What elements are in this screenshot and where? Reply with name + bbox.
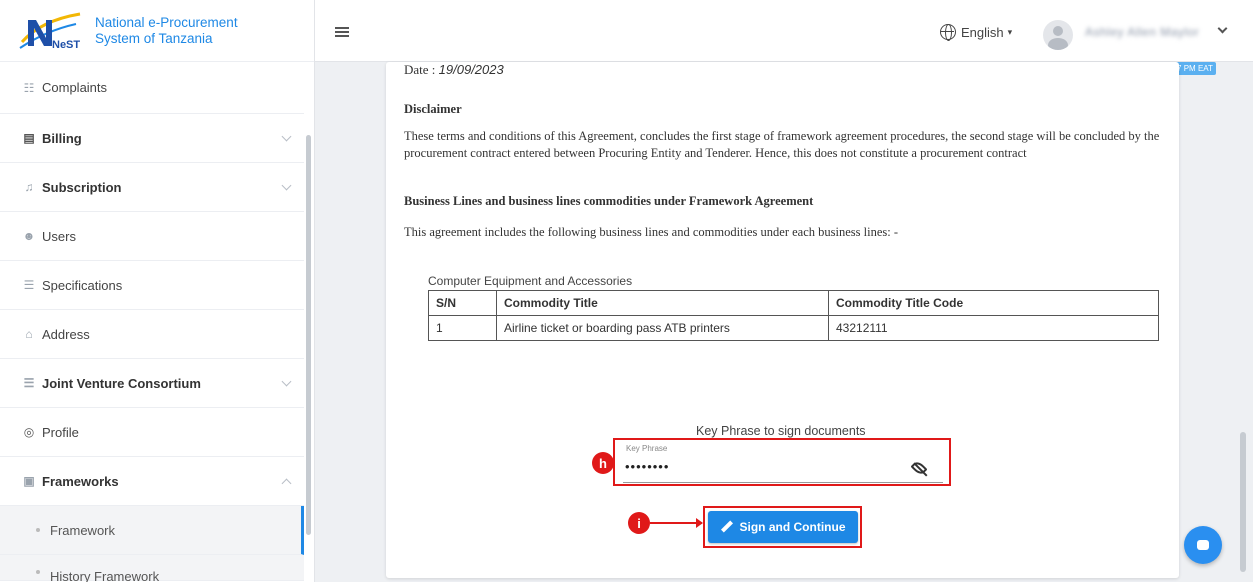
key-phrase-input[interactable]: [625, 459, 895, 474]
business-lines-heading: Business Lines and business lines commod…: [404, 194, 814, 208]
sidebar-item-label: Address: [42, 326, 90, 342]
sidebar-item-complaints[interactable]: ☷ Complaints: [0, 62, 304, 114]
brand[interactable]: NeST National e-Procurement System of Ta…: [0, 0, 314, 62]
commodity-table: S/N Commodity Title Commodity Title Code…: [428, 290, 1159, 341]
brand-line-2: System of Tanzania: [95, 30, 213, 46]
sidebar-item-label: Billing: [42, 130, 82, 146]
hamburger-menu-icon[interactable]: [335, 27, 349, 37]
list-icon: ☰: [23, 376, 35, 390]
key-phrase-highlight: Key Phrase: [613, 438, 951, 486]
chevron-down-icon[interactable]: [1217, 23, 1228, 34]
brand-title: National e-Procurement System of Tanzani…: [95, 15, 238, 47]
profile-icon: ◎: [23, 425, 35, 439]
table-cell: Airline ticket or boarding pass ATB prin…: [496, 315, 829, 341]
sidebar-item-joint-venture[interactable]: ☰ Joint Venture Consortium: [0, 359, 304, 408]
sidebar-item-label: History Framework: [50, 569, 160, 582]
document-date: Date : 19/09/2023: [404, 62, 504, 78]
sidebar-scrollbar[interactable]: [306, 135, 311, 535]
disclaimer-text: These terms and conditions of this Agree…: [404, 129, 1160, 160]
sidebar-nav: ☷ Complaints ▤ Billing ♫ Subscription ☻ …: [0, 62, 304, 582]
chevron-down-icon: [281, 131, 292, 142]
list-icon: ☰: [23, 278, 35, 292]
table-cell: 43212111: [828, 315, 1159, 341]
table-cell: 1: [428, 315, 497, 341]
document-icon: ▣: [23, 474, 35, 488]
sidebar-item-label: Subscription: [42, 179, 122, 195]
table-caption: Computer Equipment and Accessories: [428, 274, 633, 288]
key-phrase-heading: Key Phrase to sign documents: [696, 424, 866, 438]
eye-off-icon[interactable]: [910, 459, 928, 477]
sidebar-item-billing[interactable]: ▤ Billing: [0, 114, 304, 163]
language-label: English: [961, 24, 1004, 40]
sidebar-item-label: Frameworks: [42, 473, 119, 489]
bullet-icon: [36, 570, 40, 574]
bell-icon: ♫: [24, 180, 34, 194]
annotation-marker-h: h: [592, 452, 614, 474]
complaints-icon: ☷: [23, 80, 35, 95]
sidebar: NeST National e-Procurement System of Ta…: [0, 0, 315, 582]
table-header-cell: Commodity Title: [496, 290, 829, 316]
business-lines-text: This agreement includes the following bu…: [404, 225, 898, 239]
chevron-down-icon: [281, 376, 292, 387]
sidebar-item-label: Framework: [50, 522, 116, 538]
sidebar-item-users[interactable]: ☻ Users: [0, 212, 304, 261]
table-header-row: S/N Commodity Title Commodity Title Code: [428, 290, 1159, 316]
sidebar-item-subscription[interactable]: ♫ Subscription: [0, 163, 304, 212]
avatar[interactable]: [1043, 20, 1073, 50]
agreement-document: Date : 19/09/2023 Disclaimer These terms…: [386, 62, 1179, 578]
table-row: 1 Airline ticket or boarding pass ATB pr…: [428, 315, 1159, 341]
sidebar-item-label: Specifications: [42, 277, 123, 293]
chat-icon: [1197, 540, 1209, 550]
globe-icon: [940, 24, 956, 41]
key-phrase-field[interactable]: Key Phrase: [623, 443, 943, 483]
chat-button[interactable]: [1184, 526, 1222, 564]
sidebar-item-profile[interactable]: ◎ Profile: [0, 408, 304, 457]
disclaimer-heading: Disclaimer: [404, 102, 462, 116]
sidebar-item-history-framework[interactable]: History Framework: [0, 555, 304, 582]
sign-and-continue-button[interactable]: Sign and Continue: [708, 511, 858, 543]
pencil-icon: [721, 521, 733, 533]
sidebar-item-label: Users: [42, 228, 76, 244]
logo-text: NeST: [52, 39, 80, 51]
annotation-arrow: [650, 518, 703, 528]
chevron-down-icon: [281, 180, 292, 191]
main-scrollbar[interactable]: [1240, 432, 1246, 572]
sign-button-highlight: Sign and Continue: [703, 506, 862, 548]
annotation-marker-i: i: [628, 512, 650, 534]
table-header-cell: S/N: [428, 290, 497, 316]
user-name[interactable]: Ashley Allen Maylor: [1085, 25, 1199, 39]
billing-icon: ▤: [23, 131, 35, 145]
sidebar-item-address[interactable]: ⌂ Address: [0, 310, 304, 359]
caret-down-icon: ▾: [1007, 26, 1013, 37]
users-icon: ☻: [22, 229, 36, 243]
sidebar-item-framework[interactable]: Framework: [0, 506, 304, 555]
date-value: 19/09/2023: [438, 62, 504, 77]
sidebar-item-label: Complaints: [42, 80, 108, 95]
sidebar-item-label: Joint Venture Consortium: [42, 375, 201, 391]
table-header-cell: Commodity Title Code: [828, 290, 1159, 316]
sidebar-item-frameworks[interactable]: ▣ Frameworks: [0, 457, 304, 506]
top-header: English ▾ Ashley Allen Maylor: [315, 0, 1253, 62]
sidebar-item-specifications[interactable]: ☰ Specifications: [0, 261, 304, 310]
nest-logo: NeST: [16, 8, 86, 54]
sidebar-item-label: Profile: [42, 424, 79, 440]
key-phrase-label: Key Phrase: [626, 444, 668, 453]
brand-line-1: National e-Procurement: [95, 14, 238, 30]
language-selector[interactable]: English ▾: [940, 24, 1013, 41]
bullet-icon: [36, 528, 40, 532]
address-icon: ⌂: [25, 327, 33, 341]
chevron-up-icon: [281, 478, 292, 489]
sign-button-label: Sign and Continue: [739, 520, 846, 534]
date-label: Date :: [404, 62, 436, 77]
